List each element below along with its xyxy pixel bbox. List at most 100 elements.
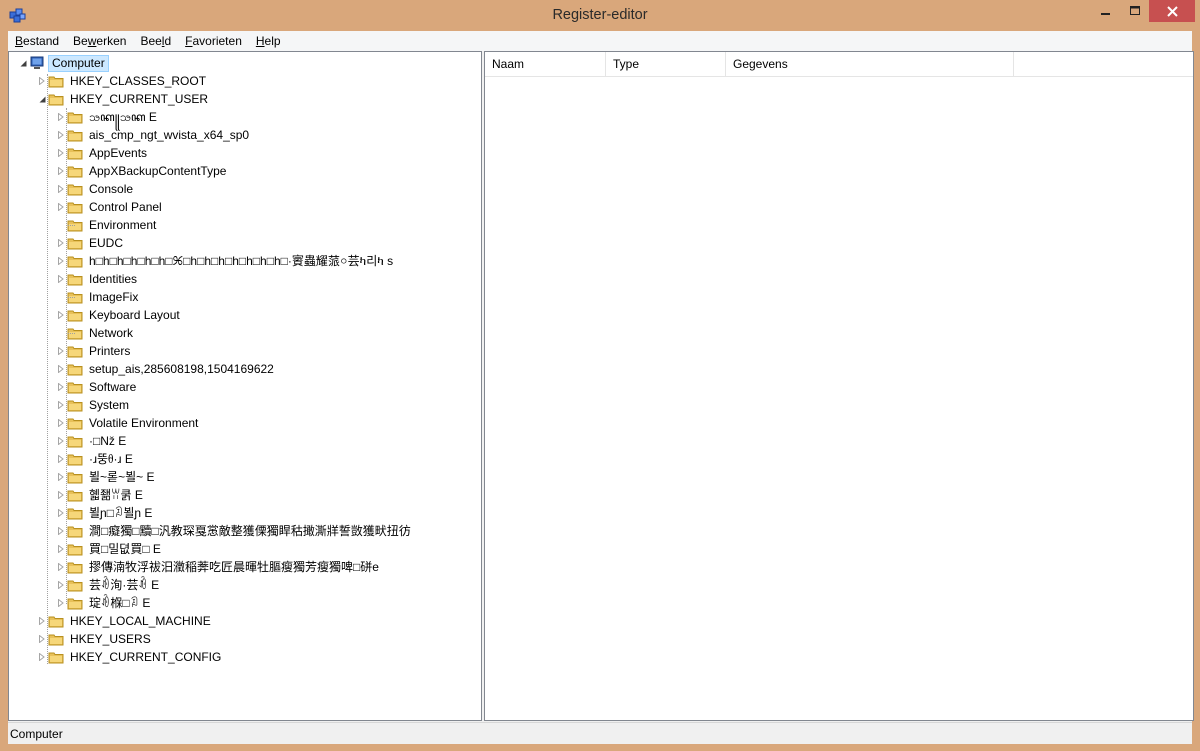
menu-beeld[interactable]: Beeld [133,31,178,51]
folder-icon [67,130,83,142]
expand-arrow-icon[interactable] [56,180,66,198]
tree-node-label: AppXBackupContentType [89,164,227,178]
folder-icon [67,166,83,178]
maximize-button[interactable] [1121,0,1149,22]
tree-node-label: 琔ꀐ椺□ꀣ E [89,596,151,610]
expand-arrow-icon[interactable] [56,414,66,432]
tree-node-hkcu-child[interactable]: Volatile Environment [56,414,201,432]
expand-arrow-icon[interactable] [56,342,66,360]
tree-node-label: HKEY_CURRENT_CONFIG [70,650,222,664]
tree-node-label: Console [89,182,134,196]
tree-node-hkcu-child[interactable]: 澗□癡獨□黷□汎教琛戛㦂敵整獲傈獨睅秙撖澌牂誓敳獲畎扭彷 [56,522,414,540]
tree-node-hkcu-child[interactable]: 뵐~롣~뵐~ E [56,468,157,486]
expand-arrow-icon[interactable] [56,108,66,126]
menu-bestand[interactable]: Bestand [8,31,66,51]
expand-arrow-icon[interactable] [56,198,66,216]
expand-arrow-icon[interactable] [56,558,66,576]
tree-node-label: Volatile Environment [89,416,199,430]
tree-node-hkey-classes-root[interactable]: HKEY_CLASSES_ROOT [37,72,209,90]
tree-node-hkcu-child[interactable]: AppEvents [56,144,150,162]
column-header-type[interactable]: Type [606,52,726,76]
tree-node-label: HKEY_LOCAL_MACHINE [70,614,211,628]
folder-icon [67,364,83,376]
tree-node-hkcu-child[interactable]: ꧢꦏ꧋ꧢꦏ E [56,108,160,126]
tree-node-hkcu-child[interactable]: h□h□h□h□h□h□ꕑ□h□h□h□h□h□h□h□·賨蟲耀蒎০芸ካ리ካ s [56,252,396,270]
expand-arrow-icon[interactable] [56,234,66,252]
tree-node-hkcu-child[interactable]: 뵐ɲ□ꀣ뵐ɲ E [56,504,155,522]
folder-icon [48,94,64,106]
column-header-name[interactable]: Naam [485,52,606,76]
collapse-arrow-icon[interactable] [18,54,28,72]
tree-node-hkcu-child[interactable]: ais_cmp_ngt_wvista_x64_sp0 [56,126,252,144]
expand-arrow-icon[interactable] [56,144,66,162]
expand-arrow-icon[interactable] [56,360,66,378]
expand-arrow-icon[interactable] [56,162,66,180]
tree-node-computer[interactable]: Computer [18,54,109,72]
folder-icon [67,598,83,610]
expand-arrow-icon[interactable] [56,576,66,594]
folder-icon [67,202,83,214]
tree-node-hkcu-child[interactable]: Identities [56,270,140,288]
expand-arrow-icon[interactable] [56,396,66,414]
collapse-arrow-icon[interactable] [37,90,47,108]
expand-arrow-icon[interactable] [37,612,47,630]
column-header-data[interactable]: Gegevens [726,52,1014,76]
tree-node-hkey-local-machine[interactable]: HKEY_LOCAL_MACHINE [37,612,214,630]
expand-arrow-icon[interactable] [56,594,66,612]
tree-node-hkcu-child[interactable]: Printers [56,342,133,360]
value-list-pane[interactable]: Naam Type Gegevens [484,51,1194,721]
folder-icon [67,454,83,466]
folder-icon [67,508,83,520]
tree-node-label: 芸ꀐ洵·芸ꀐ E [89,578,160,592]
tree-node-hkcu-child[interactable]: AppXBackupContentType [56,162,229,180]
menu-help[interactable]: Help [249,31,288,51]
title-bar[interactable]: Register-editor [0,0,1200,31]
tree-node-hkcu-child[interactable]: ·ɹ뚱ᦲ·ɹ E [56,450,136,468]
expand-arrow-icon[interactable] [37,72,47,90]
expand-arrow-icon[interactable] [37,630,47,648]
tree-node-hkcu-child[interactable]: 摎傳湳牧浮祓汨瀓稲莾吃匠晨暉牡膒瘦獨芳瘦獨啤□硑e [56,558,382,576]
close-icon [1166,5,1178,17]
tree-node-hkcu-child[interactable]: Control Panel [56,198,165,216]
tree-node-label: Control Panel [89,200,162,214]
tree-node-label: 買□밀뎞買□ E [89,542,161,556]
menu-favorieten[interactable]: Favorieten [178,31,249,51]
tree-node-hkey-users[interactable]: HKEY_USERS [37,630,154,648]
tree-node-label: System [89,398,130,412]
expand-arrow-icon[interactable] [56,450,66,468]
column-headers: Naam Type Gegevens [485,52,1193,77]
tree-node-hkcu-child[interactable]: 買□밀뎞買□ E [56,540,164,558]
tree-node-label: 뵐ɲ□ꀣ뵐ɲ E [89,506,153,520]
expand-arrow-icon[interactable] [56,126,66,144]
tree-node-hkey-current-config[interactable]: HKEY_CURRENT_CONFIG [37,648,224,666]
key-tree-pane[interactable]: Computer HKEY_CLASSES_ROOT HKEY_CURRENT_US… [8,51,482,721]
expand-arrow-icon[interactable] [56,522,66,540]
tree-node-hkey-current-user[interactable]: HKEY_CURRENT_USER [37,90,211,108]
expand-arrow-icon[interactable] [56,504,66,522]
tree-node-label: 摎傳湳牧浮祓汨瀓稲莾吃匠晨暉牡膒瘦獨芳瘦獨啤□硑e [89,560,379,574]
tree-node-hkcu-child[interactable]: setup_ais,285608198,1504169622 [56,360,277,378]
expand-arrow-icon[interactable] [56,540,66,558]
menu-bar: Bestand Bewerken Beeld Favorieten Help [8,31,1192,51]
expand-arrow-icon[interactable] [37,648,47,666]
minimize-button[interactable] [1091,0,1121,22]
menu-bewerken[interactable]: Bewerken [66,31,133,51]
tree-node-hkcu-child[interactable]: System [56,396,132,414]
tree-node-hkcu-child[interactable]: 혧좲ꀕ쿩 E [56,486,146,504]
tree-node-hkcu-child[interactable]: 琔ꀐ椺□ꀣ E [56,594,153,612]
tree-node-hkcu-child[interactable]: Software [56,378,139,396]
tree-node-hkcu-child[interactable]: Keyboard Layout [56,306,183,324]
expand-arrow-icon[interactable] [56,468,66,486]
expand-arrow-icon[interactable] [56,378,66,396]
folder-icon [48,652,64,664]
tree-node-hkcu-child[interactable]: 芸ꀐ洵·芸ꀐ E [56,576,162,594]
tree-node-hkcu-child[interactable]: Console [56,180,136,198]
tree-node-label: EUDC [89,236,124,250]
expand-arrow-icon[interactable] [56,252,66,270]
expand-arrow-icon[interactable] [56,486,66,504]
expand-arrow-icon[interactable] [56,432,66,450]
expand-arrow-icon[interactable] [56,306,66,324]
expand-arrow-icon[interactable] [56,270,66,288]
close-button[interactable] [1149,0,1195,22]
